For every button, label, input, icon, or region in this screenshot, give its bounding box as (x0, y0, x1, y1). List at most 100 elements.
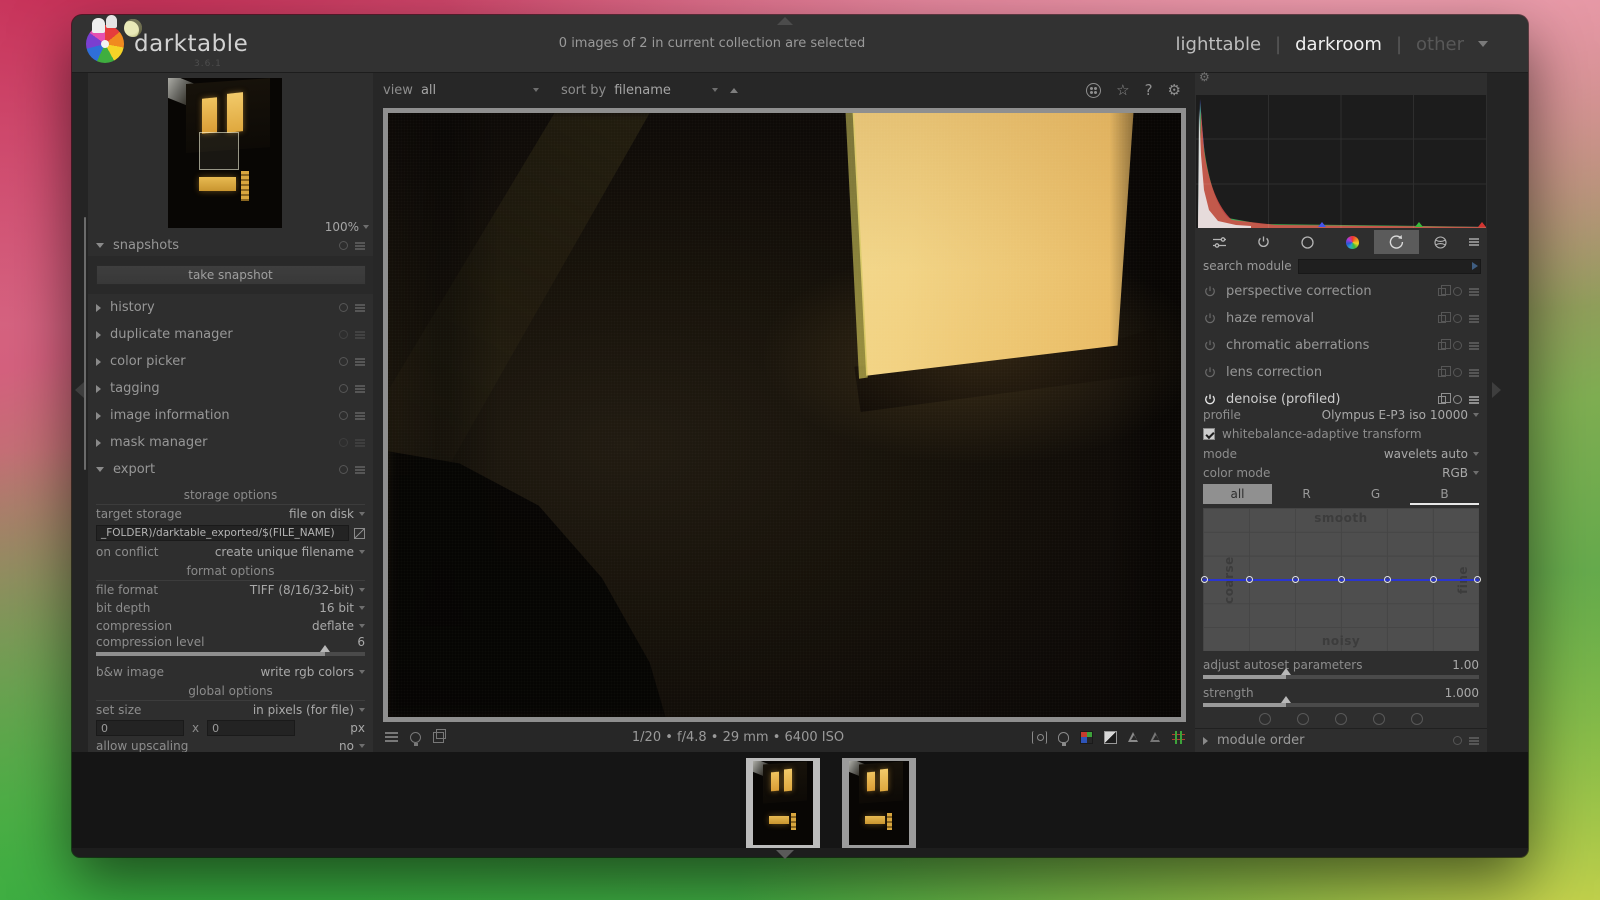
presets-menu-icon[interactable] (1469, 342, 1479, 344)
denoise-curve-graph[interactable]: smooth noisy coarse fine (1203, 508, 1479, 651)
overexposure-warning-icon[interactable] (1150, 732, 1161, 743)
slider-thumb[interactable] (1281, 668, 1291, 675)
presets-menu-icon[interactable] (355, 304, 365, 306)
raw-overexposure-icon[interactable] (1172, 731, 1185, 744)
presets-menu-icon[interactable] (355, 358, 365, 360)
search-module-input[interactable] (1298, 259, 1481, 274)
mode-dropdown[interactable]: wavelets auto (1384, 447, 1479, 461)
reset-icon[interactable] (1453, 287, 1462, 296)
multi-instance-icon[interactable] (1438, 369, 1446, 377)
power-icon[interactable] (1203, 339, 1217, 353)
filmstrip-thumbnail-2[interactable] (842, 758, 916, 848)
reset-icon[interactable] (1453, 368, 1462, 377)
on-conflict-dropdown[interactable]: create unique filename (215, 545, 365, 559)
module-header-color-picker[interactable]: color picker (88, 348, 373, 375)
max-width-input[interactable]: 0 (96, 720, 184, 736)
allow-upscaling-dropdown[interactable]: no (339, 739, 365, 753)
presets-menu-icon[interactable] (355, 412, 365, 414)
bit-depth-dropdown[interactable]: 16 bit (319, 601, 365, 615)
views-dropdown-icon[interactable] (1478, 41, 1488, 47)
power-icon[interactable] (1203, 312, 1217, 326)
whitebalance-checkbox[interactable] (1203, 428, 1215, 440)
view-link-darkroom[interactable]: darkroom (1295, 34, 1382, 55)
sort-by-dropdown[interactable]: filename (614, 83, 718, 98)
module-header-history[interactable]: history (88, 294, 373, 321)
filename-variables-icon[interactable] (354, 528, 365, 539)
module-header-chromatic-aberrations[interactable]: chromatic aberrations (1195, 332, 1487, 359)
reset-icon[interactable] (339, 357, 348, 366)
reset-icon[interactable] (1453, 395, 1462, 404)
set-size-dropdown[interactable]: in pixels (for file) (253, 703, 365, 717)
module-header-haze-removal[interactable]: haze removal (1195, 305, 1487, 332)
module-header-export[interactable]: export (88, 456, 373, 483)
collapse-top-panel-arrow[interactable] (777, 17, 793, 25)
histogram-settings-gear-icon[interactable]: ⚙ (1199, 70, 1210, 84)
tab-basic-group[interactable] (1241, 230, 1285, 254)
export-path-input[interactable]: _FOLDER)/darktable_exported/$(FILE_NAME) (96, 525, 349, 541)
gamut-check-icon[interactable] (1104, 731, 1117, 744)
search-clear-icon[interactable] (1472, 262, 1478, 270)
profile-dropdown[interactable]: Olympus E-P3 iso 10000 (1322, 408, 1479, 422)
color-mode-dropdown[interactable]: RGB (1442, 466, 1479, 480)
second-window-icon[interactable] (433, 732, 444, 743)
channel-tab-b[interactable]: B (1410, 484, 1479, 504)
compression-level-slider[interactable] (96, 652, 365, 656)
slider-thumb[interactable] (1281, 696, 1291, 703)
presets-menu-icon[interactable] (355, 466, 365, 468)
presets-menu-icon[interactable] (1469, 315, 1479, 317)
target-storage-dropdown[interactable]: file on disk (289, 507, 365, 521)
power-icon[interactable] (1203, 285, 1217, 299)
presets-menu-icon[interactable] (1469, 396, 1479, 398)
module-header-lens-correction[interactable]: lens correction (1195, 359, 1487, 386)
module-groups-menu-icon[interactable] (1463, 230, 1485, 254)
focus-peaking-icon[interactable] (1032, 731, 1047, 744)
sort-direction-icon[interactable] (730, 88, 738, 93)
module-header-mask-manager[interactable]: mask manager (88, 429, 373, 456)
navigation-thumbnail[interactable] (168, 78, 282, 228)
presets-menu-icon[interactable] (1469, 288, 1479, 290)
reset-icon[interactable] (339, 465, 348, 474)
presets-menu-icon[interactable] (355, 331, 365, 333)
tab-tone-group[interactable] (1286, 230, 1330, 254)
module-header-snapshots[interactable]: snapshots (88, 232, 373, 259)
reset-icon[interactable] (339, 330, 348, 339)
multi-instance-icon[interactable] (1438, 396, 1446, 404)
reset-icon[interactable] (339, 411, 348, 420)
tab-active-modules[interactable] (1197, 230, 1241, 254)
presets-menu-icon[interactable] (1469, 369, 1479, 371)
reset-icon[interactable] (339, 241, 348, 250)
view-filter-dropdown[interactable]: all (421, 83, 539, 98)
collapse-filmstrip-arrow[interactable] (776, 850, 794, 859)
channel-tab-r[interactable]: R (1272, 484, 1341, 504)
bw-image-dropdown[interactable]: write rgb colors (260, 665, 365, 679)
strength-slider[interactable] (1203, 703, 1479, 707)
preferences-gear-icon[interactable]: ⚙ (1168, 81, 1181, 99)
power-icon[interactable] (1203, 366, 1217, 380)
module-header-tagging[interactable]: tagging (88, 375, 373, 402)
multi-instance-icon[interactable] (1438, 315, 1446, 323)
reset-icon[interactable] (1453, 341, 1462, 350)
presets-menu-icon[interactable] (355, 439, 365, 441)
tab-correct-group[interactable] (1374, 230, 1418, 254)
compression-dropdown[interactable]: deflate (312, 619, 365, 633)
channel-tab-all[interactable]: all (1203, 484, 1272, 504)
view-link-other[interactable]: other (1416, 34, 1464, 55)
module-header-image-information[interactable]: image information (88, 402, 373, 429)
star-rating-icon[interactable]: ☆ (1116, 81, 1129, 99)
tab-color-group[interactable] (1330, 230, 1374, 254)
slider-thumb[interactable] (320, 645, 330, 652)
reset-icon[interactable] (339, 384, 348, 393)
take-snapshot-button[interactable]: take snapshot (96, 265, 366, 285)
histogram[interactable] (1196, 95, 1486, 228)
view-link-lighttable[interactable]: lighttable (1176, 34, 1261, 55)
collapse-right-panel-arrow[interactable] (1492, 382, 1501, 398)
overlay-lines-icon[interactable] (385, 732, 398, 734)
presets-menu-icon[interactable] (355, 385, 365, 387)
module-header-duplicate-manager[interactable]: duplicate manager (88, 321, 373, 348)
display-profile-icon[interactable] (1080, 731, 1093, 744)
channel-tab-g[interactable]: G (1341, 484, 1410, 504)
image-canvas[interactable] (383, 108, 1186, 722)
softproof-icon[interactable] (1128, 732, 1139, 743)
left-panel-scrollbar[interactable] (84, 217, 86, 470)
help-icon[interactable]: ? (1145, 81, 1153, 99)
